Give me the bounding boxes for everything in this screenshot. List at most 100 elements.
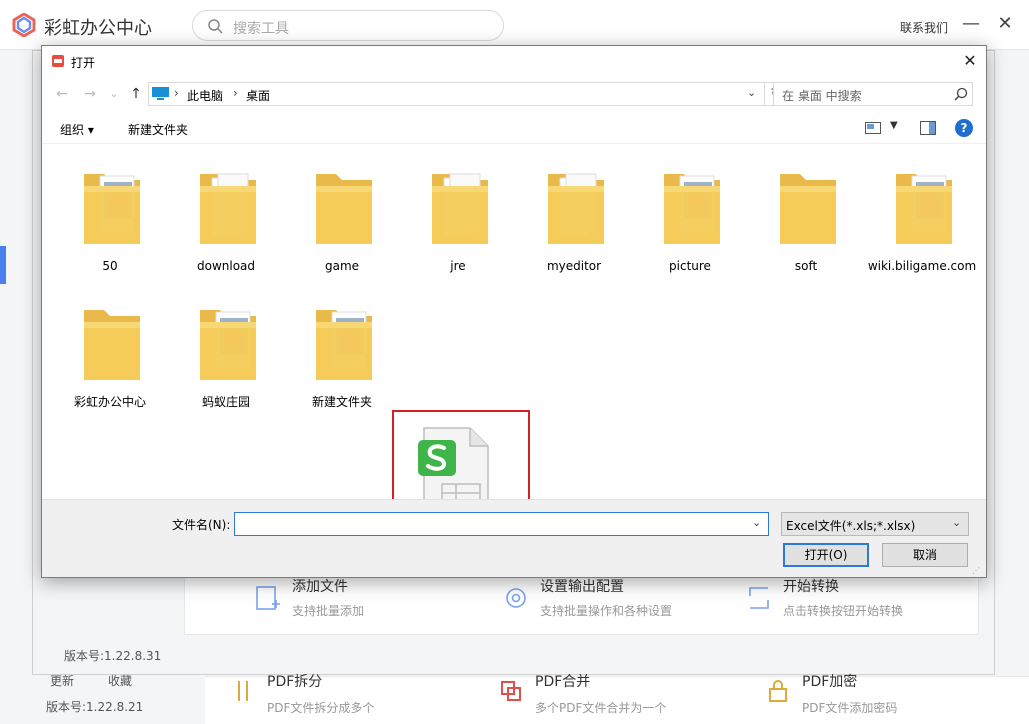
folder-item[interactable]: 蚂蚁庄园 <box>168 286 284 416</box>
app-title: 彩虹办公中心 <box>44 18 152 39</box>
folder-icon <box>80 302 144 386</box>
folder-search-input[interactable]: 在 桌面 中搜索 <box>773 82 973 106</box>
folder-item[interactable]: picture <box>632 150 748 280</box>
dialog-title: 打开 <box>71 56 96 70</box>
tool-title: PDF合并 <box>535 674 591 690</box>
folder-item[interactable]: myeditor <box>516 150 632 280</box>
breadcrumb-this-pc[interactable]: 此电脑 <box>187 87 223 104</box>
search-icon <box>208 19 223 34</box>
this-pc-icon <box>152 87 169 100</box>
file-name-label: myeditor <box>546 259 602 273</box>
folder-icon <box>428 166 492 250</box>
favorite-link[interactable]: 收藏 <box>108 672 132 689</box>
folder-icon <box>892 166 956 250</box>
folder-icon <box>196 302 260 386</box>
command-bar: 组织 ▾ 新建文件夹 ▼ ? <box>42 114 986 144</box>
folder-icon <box>196 166 260 250</box>
app-search-input[interactable]: 搜索工具 <box>192 10 504 41</box>
search-placeholder: 搜索工具 <box>233 21 289 37</box>
minimize-button[interactable]: — <box>960 13 982 35</box>
contact-us-link[interactable]: 联系我们 <box>900 19 948 36</box>
filename-input[interactable] <box>237 515 742 533</box>
folder-item[interactable]: soft <box>748 150 864 280</box>
add-file-icon <box>256 586 280 610</box>
search-placeholder: 在 桌面 中搜索 <box>782 89 862 103</box>
folder-icon <box>80 166 144 250</box>
folder-icon <box>776 166 840 250</box>
update-link[interactable]: 更新 <box>50 672 74 689</box>
folder-icon <box>544 166 608 250</box>
file-type-value: Excel文件(*.xls;*.xlsx) <box>786 519 916 533</box>
folder-item[interactable]: game <box>284 150 400 280</box>
folder-item[interactable]: 50 <box>52 150 168 280</box>
file-name-label: wiki.biligame.com <box>867 259 977 273</box>
preview-pane-icon[interactable] <box>920 121 936 135</box>
address-bar[interactable]: › 此电脑 › 桌面 ⌄ <box>148 82 765 106</box>
rainbow-logo-icon <box>12 13 36 37</box>
folder-item[interactable]: download <box>168 150 284 280</box>
file-name-label: 蚂蚁庄园 <box>201 395 250 409</box>
chevron-down-icon: ⌄ <box>952 516 962 529</box>
dialog-close-button[interactable]: ✕ <box>958 50 982 72</box>
filename-label: 文件名(N): <box>172 518 231 532</box>
chevron-right-icon: › <box>233 86 238 100</box>
view-dropdown-icon[interactable]: ▼ <box>890 120 898 131</box>
file-name-label: game <box>324 259 360 273</box>
folder-item[interactable]: 彩虹办公中心 <box>52 286 168 416</box>
breadcrumb-desktop[interactable]: 桌面 <box>246 87 270 104</box>
dialog-footer: 文件名(N): ⌄ Excel文件(*.xls;*.xlsx) ⌄ 打开(O) … <box>42 499 986 577</box>
dialog-titlebar: 打开 ✕ <box>42 46 986 76</box>
forward-button[interactable]: → <box>80 84 100 104</box>
step-subtitle: 点击转换按钮开始转换 <box>783 604 904 618</box>
file-name-label: 彩虹办公中心 <box>73 395 146 409</box>
help-icon[interactable]: ? <box>955 119 973 137</box>
tool-title: PDF拆分 <box>267 674 323 690</box>
recent-locations-button[interactable]: ⌄ <box>104 84 124 104</box>
organize-menu[interactable]: 组织 ▾ <box>60 121 94 138</box>
step-subtitle: 支持批量添加 <box>292 604 365 618</box>
tool-title: PDF加密 <box>802 674 858 690</box>
version-label: 版本号:1.22.8.31 <box>64 649 162 663</box>
up-button[interactable]: ↑ <box>126 84 146 104</box>
app-close-button[interactable]: ✕ <box>994 13 1016 35</box>
view-options-icon[interactable] <box>865 122 881 134</box>
folder-item[interactable]: wiki.biligame.com <box>864 150 980 280</box>
step-title: 开始转换 <box>783 579 839 595</box>
gear-icon <box>506 588 526 608</box>
step-title: 设置输出配置 <box>540 579 624 595</box>
folder-icon <box>312 166 376 250</box>
folder-icon <box>660 166 724 250</box>
step-subtitle: 支持批量操作和各种设置 <box>540 604 673 618</box>
new-folder-button[interactable]: 新建文件夹 <box>128 121 188 138</box>
back-button[interactable]: ← <box>52 84 72 104</box>
tool-subtitle: 多个PDF文件合并为一个 <box>535 701 667 715</box>
tool-subtitle: PDF文件添加密码 <box>802 701 898 715</box>
folder-item[interactable]: 新建文件夹 <box>284 286 400 416</box>
file-name-label: soft <box>794 259 818 273</box>
open-button[interactable]: 打开(O) <box>783 543 869 567</box>
file-name-label: picture <box>669 259 711 273</box>
app-header: 彩虹办公中心 搜索工具 联系我们 — ✕ <box>0 0 1029 50</box>
resize-grip-icon[interactable]: ⋰ <box>972 566 984 576</box>
file-list: 50 download game jre myeditor picture soft wiki… <box>42 144 986 568</box>
file-type-select[interactable]: Excel文件(*.xls;*.xlsx) ⌄ <box>781 512 969 536</box>
convert-icon <box>749 587 769 609</box>
chevron-right-icon: › <box>174 86 179 100</box>
file-name-label: 50 <box>102 259 118 273</box>
sidebar-active-indicator <box>0 246 6 284</box>
lock-icon <box>769 680 787 702</box>
cancel-button[interactable]: 取消 <box>882 543 968 567</box>
chevron-down-icon[interactable]: ⌄ <box>752 516 761 529</box>
version-label-secondary: 版本号:1.22.8.21 <box>46 700 144 714</box>
tools-strip: PDF拆分 PDF文件拆分成多个 PDF合并 多个PDF文件合并为一个 PDF加… <box>205 674 1029 724</box>
filename-combobox[interactable]: ⌄ <box>234 512 769 536</box>
file-name-label: 新建文件夹 <box>311 395 372 409</box>
folder-item[interactable]: jre <box>400 150 516 280</box>
search-icon <box>954 87 968 101</box>
merge-icon <box>501 681 521 701</box>
chevron-down-icon[interactable]: ⌄ <box>747 86 756 99</box>
split-icon <box>238 681 248 701</box>
folder-icon <box>312 302 376 386</box>
step-title: 添加文件 <box>292 579 348 595</box>
file-name-label: jre <box>450 259 466 273</box>
